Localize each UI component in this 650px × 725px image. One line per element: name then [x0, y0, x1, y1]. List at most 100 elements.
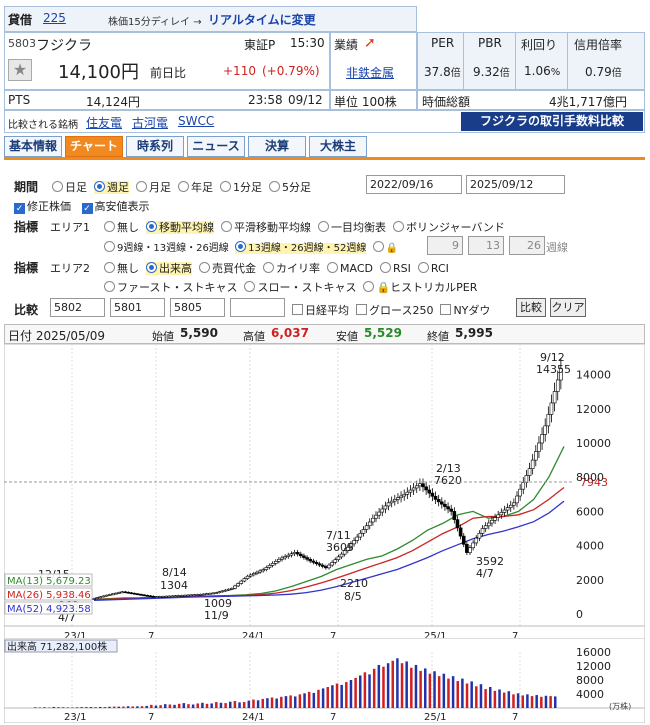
candle-body — [439, 501, 444, 505]
radio-ma-13-26-52[interactable]: 13週線・26週線・52週線 — [235, 241, 367, 254]
volume-bar — [544, 695, 548, 708]
radio-volume[interactable]: 出来高 — [146, 262, 192, 275]
date-to-input[interactable]: 2025/09/12 — [466, 175, 565, 194]
candle-body — [389, 500, 394, 504]
volume-bar — [154, 705, 158, 708]
checkbox-highlow[interactable]: 高安値表示 — [81, 200, 150, 214]
x-tick-label: 7 — [148, 712, 154, 723]
volume-bar — [75, 707, 79, 708]
candle-body — [530, 459, 535, 469]
radio-monthly[interactable]: 月足 — [136, 181, 171, 194]
candle-body — [164, 595, 168, 598]
volume-bar — [52, 706, 56, 708]
radio-rsi[interactable]: RSI — [379, 262, 411, 275]
compare-input-2[interactable]: 5801 — [110, 298, 165, 317]
tab-shareholders[interactable]: 大株主 — [309, 136, 367, 157]
volume-bar — [108, 706, 111, 708]
tab-underline — [4, 157, 645, 160]
volume-bar — [266, 698, 269, 708]
candle-body — [95, 597, 99, 599]
low-value: 5,529 — [364, 326, 402, 340]
tab-earnings[interactable]: 決算 — [248, 136, 306, 157]
radio-slow-stoch[interactable]: スロー・ストキャス — [244, 281, 356, 294]
radio-bollinger[interactable]: ボリンジャーバンド — [393, 221, 505, 234]
compare-input-4[interactable] — [230, 298, 285, 317]
candle-body — [123, 591, 128, 594]
radio-none[interactable]: 無し — [104, 262, 139, 275]
volume-chart[interactable]: 出来高 71,282,100株 160001200080004000 (万株) … — [4, 638, 645, 723]
volume-bar — [117, 706, 121, 708]
radio-deviation[interactable]: カイリ率 — [263, 262, 320, 275]
high-value: 6,037 — [271, 326, 309, 340]
tab-chart[interactable]: チャート — [65, 136, 123, 157]
radio-fast-stoch[interactable]: ファースト・ストキャス — [104, 281, 237, 294]
candle-body — [167, 595, 171, 598]
volume-bar — [433, 671, 436, 708]
candle-body — [136, 593, 140, 596]
checkbox-adjusted[interactable]: 修正株価 — [14, 200, 71, 214]
radio-5min[interactable]: 5分足 — [269, 181, 311, 194]
candle-body — [446, 506, 450, 510]
radio-weekly[interactable]: 週足 — [94, 181, 129, 194]
volume-bar — [456, 681, 459, 708]
volume-bar — [145, 705, 148, 708]
candle-body — [308, 558, 313, 562]
radio-rci[interactable]: RCI — [417, 262, 449, 275]
candle-body — [493, 517, 497, 521]
candle-body — [111, 593, 115, 596]
ohlc-date: 2025/05/09 — [35, 329, 106, 343]
radio-yearly[interactable]: 年足 — [178, 181, 213, 194]
compare-button[interactable]: 比較 — [516, 298, 546, 317]
checkbox-nikkei[interactable]: 日経平均 — [292, 304, 349, 317]
compare-link[interactable]: 住友電 — [86, 114, 122, 131]
compare-input-1[interactable]: 5802 — [50, 298, 105, 317]
tab-news[interactable]: ニュース — [187, 136, 245, 157]
checkbox-growth250[interactable]: グロース250 — [356, 304, 433, 317]
volume-label: 出来高 — [7, 640, 37, 653]
nikkei225-link[interactable]: 225 — [43, 11, 66, 25]
date-from-input[interactable]: 2022/09/16 — [366, 175, 462, 194]
volume-bar — [219, 702, 223, 708]
checkbox-nydow[interactable]: NYダウ — [440, 304, 490, 317]
radio-none[interactable]: 無し — [104, 221, 139, 234]
fee-compare-link[interactable]: フジクラの取引手数料比較 — [461, 112, 643, 131]
tab-timeseries[interactable]: 時系列 — [126, 136, 184, 157]
volume-bar — [396, 658, 399, 708]
volume-bar — [131, 706, 134, 708]
candle-body — [139, 594, 143, 596]
candle-body — [355, 536, 360, 541]
realtime-link[interactable]: リアルタイムに変更 — [208, 11, 316, 28]
mcap-value: 4兆1,717億円 — [549, 95, 627, 109]
radio-ma-custom[interactable] — [372, 241, 384, 252]
ma-custom-1[interactable]: 9 — [427, 236, 463, 255]
radio-turnover[interactable]: 売買代金 — [199, 262, 256, 275]
compare-link[interactable]: 古河電 — [132, 114, 168, 131]
volume-bar — [331, 685, 334, 708]
price-change: +110 — [223, 64, 256, 78]
radio-ichimoku[interactable]: 一目均衡表 — [318, 221, 386, 234]
clear-button[interactable]: クリア — [550, 298, 586, 317]
compare-input-3[interactable]: 5805 — [170, 298, 225, 317]
volume-bar — [303, 693, 306, 708]
radio-smooth-ma[interactable]: 平滑移動平均線 — [221, 221, 311, 234]
radio-macd[interactable]: MACD — [327, 262, 373, 275]
sector-link[interactable]: 非鉄金属 — [346, 64, 394, 81]
candle-body — [543, 425, 548, 435]
y-tick-label: 10000 — [576, 437, 611, 450]
tab-basic-info[interactable]: 基本情報 — [4, 136, 62, 157]
radio-hist-per[interactable]: 🔒ヒストリカルPER — [363, 281, 477, 294]
radio-daily[interactable]: 日足 — [52, 181, 87, 194]
volume-bar — [428, 673, 432, 708]
candle-body — [154, 596, 159, 598]
chart-annotation: 1304 — [160, 579, 188, 592]
compare-link[interactable]: SWCC — [178, 114, 214, 128]
chart-annotation: 2210 — [340, 577, 368, 590]
candle-body — [505, 507, 510, 511]
radio-ma-9-13-26[interactable]: 9週線・13週線・26週線 — [104, 241, 229, 254]
radio-ma[interactable]: 移動平均線 — [146, 221, 214, 234]
price-chart[interactable]: 12/158634/78/141304100911/97/11360522108… — [4, 344, 645, 644]
radio-1min[interactable]: 1分足 — [220, 181, 262, 194]
favorite-star-icon[interactable]: ★ — [8, 59, 32, 81]
ma-custom-3[interactable]: 26 — [509, 236, 545, 255]
ma-custom-2[interactable]: 13 — [468, 236, 504, 255]
